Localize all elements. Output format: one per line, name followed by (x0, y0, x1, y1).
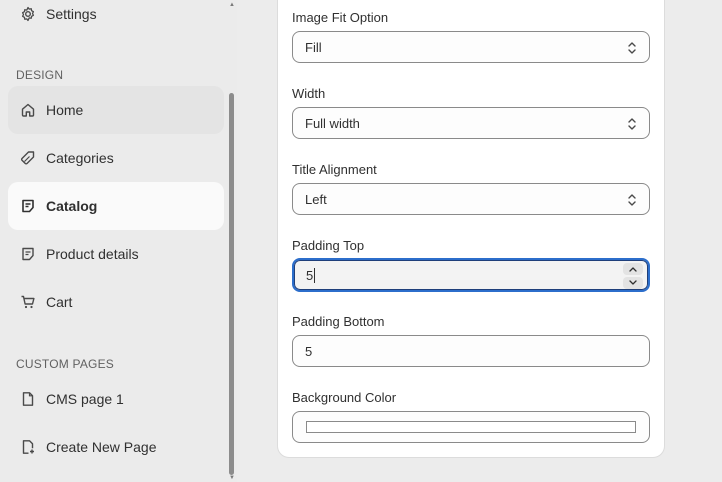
width-select[interactable]: Full width (292, 107, 650, 139)
sidebar-item-home[interactable]: Home (8, 86, 224, 134)
width-label: Width (292, 86, 326, 101)
width-value: Full width (305, 115, 360, 131)
home-icon (20, 102, 36, 118)
padding-top-value: 5 (306, 267, 314, 283)
sidebar-item-create-new-page[interactable]: Create New Page (8, 423, 224, 471)
title-alignment-value: Left (305, 191, 327, 207)
title-alignment-select[interactable]: Left (292, 183, 650, 215)
image-fit-value: Fill (305, 39, 322, 55)
background-color-picker[interactable] (292, 411, 650, 443)
sidebar: Settings DESIGN Home Categories Catalog … (0, 0, 237, 482)
scroll-up-arrow[interactable]: ▲ (229, 2, 235, 8)
sidebar-item-label: Create New Page (46, 439, 157, 455)
gear-icon (20, 6, 36, 22)
image-fit-select[interactable]: Fill (292, 31, 650, 63)
cart-icon (20, 294, 36, 310)
sidebar-item-label: Product details (46, 246, 139, 262)
sidebar-item-label: Cart (46, 294, 73, 310)
title-alignment-label: Title Alignment (292, 162, 377, 177)
chevron-updown-icon (625, 40, 639, 56)
decrement-button[interactable] (623, 277, 643, 289)
sidebar-item-label: Home (46, 102, 84, 118)
increment-button[interactable] (623, 263, 643, 275)
page-icon (20, 391, 36, 407)
sidebar-item-label: Catalog (46, 198, 98, 214)
sidebar-item-product-details[interactable]: Product details (8, 230, 224, 278)
padding-top-label: Padding Top (292, 238, 365, 253)
sidebar-item-cms-page-1[interactable]: CMS page 1 (8, 375, 224, 423)
text-caret (314, 267, 316, 283)
sidebar-item-settings[interactable]: Settings (8, 0, 224, 38)
padding-bottom-value: 5 (305, 343, 313, 359)
section-label-design: DESIGN (16, 68, 64, 82)
note-icon (20, 246, 36, 262)
number-stepper[interactable] (623, 263, 643, 289)
padding-bottom-input[interactable]: 5 (292, 335, 650, 367)
scroll-down-arrow[interactable]: ▼ (229, 475, 235, 481)
chevron-updown-icon (625, 116, 639, 132)
image-fit-label: Image Fit Option (292, 10, 389, 25)
page-add-icon (20, 439, 36, 455)
sidebar-scrollbar-thumb[interactable] (229, 93, 234, 475)
section-label-custom-pages: CUSTOM PAGES (16, 357, 114, 371)
tag-icon (20, 150, 36, 166)
padding-bottom-label: Padding Bottom (292, 314, 385, 329)
sidebar-item-catalog[interactable]: Catalog (8, 182, 224, 230)
background-color-label: Background Color (292, 390, 397, 405)
color-swatch[interactable] (306, 421, 636, 433)
padding-top-input[interactable]: 5 (292, 258, 650, 292)
sidebar-item-label: CMS page 1 (46, 391, 124, 407)
sidebar-item-label: Settings (46, 6, 97, 22)
sidebar-item-categories[interactable]: Categories (8, 134, 224, 182)
note-icon (20, 198, 36, 214)
chevron-updown-icon (625, 192, 639, 208)
sidebar-item-cart[interactable]: Cart (8, 278, 224, 326)
sidebar-item-label: Categories (46, 150, 114, 166)
